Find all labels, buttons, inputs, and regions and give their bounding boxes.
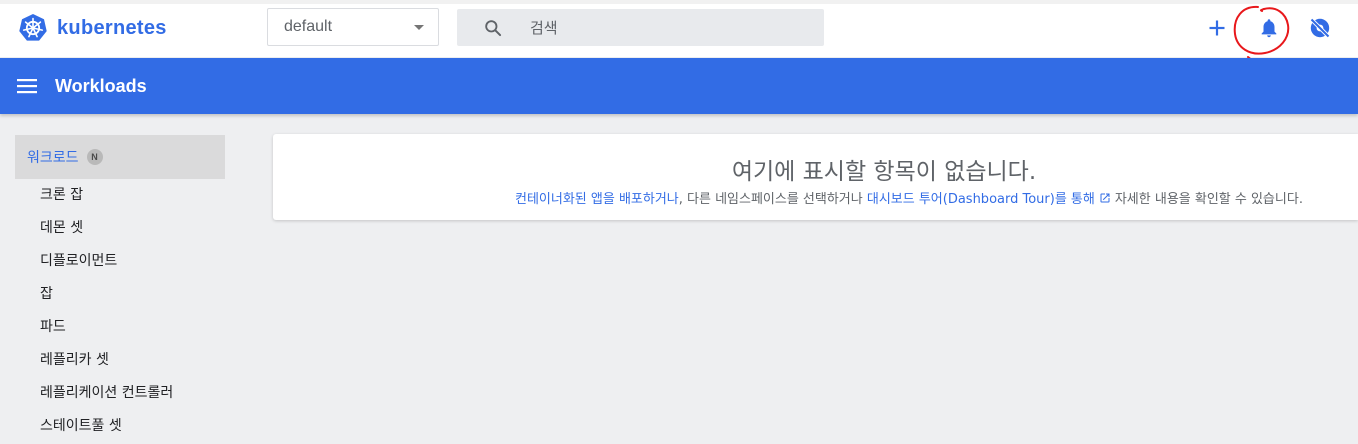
toolbar: Workloads bbox=[0, 58, 1358, 114]
kubernetes-logo-icon bbox=[19, 14, 47, 41]
settings-button[interactable] bbox=[1306, 14, 1334, 42]
plus-icon bbox=[1209, 20, 1225, 36]
hamburger-icon bbox=[17, 79, 37, 94]
search-input[interactable] bbox=[530, 18, 800, 37]
sidebar-item-pods[interactable]: 파드 bbox=[40, 312, 173, 345]
sidebar-item-deployments[interactable]: 디플로이먼트 bbox=[40, 246, 173, 279]
message-text: , 다른 네임스페이스를 선택하거나 bbox=[678, 192, 867, 207]
deploy-app-link[interactable]: 컨테이너화된 앱을 배포하거나 bbox=[515, 188, 679, 207]
namespace-value: default bbox=[284, 18, 333, 35]
menu-button[interactable] bbox=[16, 75, 38, 97]
sidebar-item-workloads[interactable]: 워크로드 N bbox=[15, 135, 225, 179]
open-in-new-icon[interactable] bbox=[1099, 192, 1111, 204]
empty-state-title: 여기에 표시할 항목이 없습니다. bbox=[731, 159, 1037, 185]
chevron-down-icon bbox=[414, 24, 424, 30]
sidebar-item-daemonsets[interactable]: 데몬 셋 bbox=[40, 213, 173, 246]
search-bar[interactable] bbox=[457, 9, 824, 46]
namespace-select[interactable]: default bbox=[267, 8, 439, 46]
sidebar-item-jobs[interactable]: 잡 bbox=[40, 279, 173, 312]
create-button[interactable] bbox=[1203, 14, 1231, 42]
sidebar-item-replicationcontrollers[interactable]: 레플리케이션 컨트롤러 bbox=[40, 378, 173, 411]
bell-icon bbox=[1261, 19, 1277, 38]
brand[interactable]: kubernetes bbox=[18, 13, 167, 43]
settings-off-icon bbox=[1310, 18, 1330, 38]
page-title: Workloads bbox=[55, 75, 147, 96]
notifications-button[interactable] bbox=[1255, 14, 1283, 42]
empty-state-message: 컨테이너화된 앱을 배포하거나 , 다른 네임스페이스를 선택하거나 대시보드 … bbox=[515, 188, 1303, 207]
search-icon bbox=[485, 19, 502, 36]
namespaced-badge: N bbox=[86, 149, 103, 165]
sidebar-item-label: 워크로드 bbox=[27, 150, 79, 166]
sidebar-item-replicasets[interactable]: 레플리카 셋 bbox=[40, 345, 173, 378]
app-header: kubernetes default bbox=[0, 0, 1358, 65]
message-text-end: 자세한 내용을 확인할 수 있습니다. bbox=[1114, 192, 1303, 207]
sidebar-item-cronjobs[interactable]: 크론 잡 bbox=[40, 180, 173, 213]
dashboard-tour-link[interactable]: 대시보드 투어(Dashboard Tour)를 통해 bbox=[867, 188, 1095, 207]
sidebar-list: 크론 잡 데몬 셋 디플로이먼트 잡 파드 레플리카 셋 레플리케이션 컨트롤러… bbox=[40, 180, 173, 444]
sidebar-item-statefulsets[interactable]: 스테이트풀 셋 bbox=[40, 411, 173, 444]
brand-name: kubernetes bbox=[57, 16, 167, 39]
empty-state-card: 여기에 표시할 항목이 없습니다. 컨테이너화된 앱을 배포하거나 , 다른 네… bbox=[273, 134, 1358, 220]
sidebar: 워크로드 N 크론 잡 데몬 셋 디플로이먼트 잡 파드 레플리카 셋 레플리케… bbox=[0, 114, 242, 439]
